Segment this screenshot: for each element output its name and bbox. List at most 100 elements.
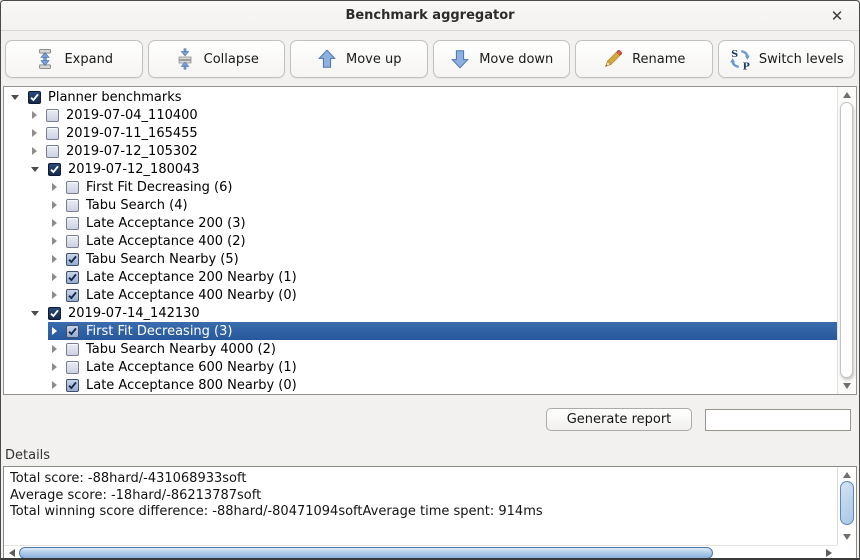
- tree-scrollbar-thumb[interactable]: [840, 102, 853, 378]
- tree-item-late-acceptance-400-nearby-0[interactable]: Late Acceptance 400 Nearby (0): [48, 286, 837, 304]
- tree-row: Late Acceptance 800 Nearby (0): [4, 376, 837, 394]
- details-scroll-down-button[interactable]: [838, 530, 856, 544]
- tree-item-label: 2019-07-11_165455: [66, 126, 198, 141]
- tree-checkbox-unchecked[interactable]: [66, 181, 79, 194]
- tree-checkbox-checked[interactable]: [66, 325, 79, 338]
- expand-arrow-icon[interactable]: [52, 201, 57, 209]
- tree-indent: [4, 142, 28, 160]
- tree-checkbox-unchecked[interactable]: [66, 361, 79, 374]
- tree-item-late-acceptance-400-2[interactable]: Late Acceptance 400 (2): [48, 232, 837, 250]
- tree-indent: [4, 196, 48, 214]
- tree-checkbox-unchecked[interactable]: [46, 109, 59, 122]
- benchmark-tree: Planner benchmarks2019-07-04_110400 2019-…: [4, 88, 837, 394]
- tree-checkbox-unchecked[interactable]: [46, 127, 59, 140]
- tree-vertical-scrollbar[interactable]: [837, 87, 856, 394]
- tree-item-late-acceptance-200-3[interactable]: Late Acceptance 200 (3): [48, 214, 837, 232]
- expand-arrow-icon[interactable]: [52, 363, 57, 371]
- tree-checkbox-checked[interactable]: [66, 379, 79, 392]
- details-scroll-left-button[interactable]: [5, 546, 19, 560]
- expand-arrow-icon[interactable]: [52, 345, 57, 353]
- titlebar[interactable]: Benchmark aggregator ✕: [1, 1, 859, 31]
- tree-indent: [4, 214, 48, 232]
- tree-checkbox-unchecked[interactable]: [66, 235, 79, 248]
- details-vertical-scrollbar[interactable]: [837, 467, 856, 545]
- tree-item-label: 2019-07-14_142130: [68, 306, 200, 321]
- svg-text:P: P: [742, 61, 749, 70]
- collapse-arrow-icon[interactable]: [31, 311, 39, 316]
- details-scroll-up-button[interactable]: [838, 468, 856, 482]
- tree-item-2019-07-12-105302[interactable]: 2019-07-12_105302: [28, 142, 837, 160]
- expand-arrow-icon[interactable]: [52, 237, 57, 245]
- tree-item-tabu-search-nearby-4000-2[interactable]: Tabu Search Nearby 4000 (2): [48, 340, 837, 358]
- close-icon[interactable]: ✕: [827, 6, 847, 26]
- benchmark-aggregator-window: Benchmark aggregator ✕ Expand Collapse M…: [0, 0, 860, 560]
- expand-arrow-icon[interactable]: [32, 111, 37, 119]
- expand-arrow-icon[interactable]: [32, 129, 37, 137]
- tree-scroll-up-button[interactable]: [838, 88, 856, 102]
- tree-item-2019-07-12-180043[interactable]: 2019-07-12_180043: [28, 160, 837, 178]
- tree-checkbox-unchecked[interactable]: [66, 343, 79, 356]
- tree-item-late-acceptance-600-nearby-1[interactable]: Late Acceptance 600 Nearby (1): [48, 358, 837, 376]
- toolbar-button-switch-levels[interactable]: S P Switch levels: [718, 40, 856, 78]
- tree-item-label: Late Acceptance 400 Nearby (0): [86, 288, 297, 303]
- scroll-right-icon: [826, 549, 832, 557]
- expand-arrow-icon[interactable]: [52, 255, 57, 263]
- details-horizontal-scrollbar[interactable]: [4, 545, 837, 560]
- expand-arrow-icon[interactable]: [52, 381, 57, 389]
- toolbar-button-expand[interactable]: Expand: [5, 40, 143, 78]
- details-vscrollbar-thumb[interactable]: [840, 481, 854, 525]
- tree-checkbox-checked[interactable]: [66, 271, 79, 284]
- toolbar-button-move-up[interactable]: Move up: [290, 40, 428, 78]
- scroll-down-icon: [843, 383, 851, 389]
- report-action-row: Generate report: [1, 408, 859, 431]
- tree-checkbox-unchecked[interactable]: [66, 217, 79, 230]
- expand-arrow-icon[interactable]: [52, 219, 57, 227]
- report-name-input[interactable]: [705, 409, 851, 431]
- tree-item-tabu-search-4[interactable]: Tabu Search (4): [48, 196, 837, 214]
- tree-checkbox-checked[interactable]: [66, 253, 79, 266]
- tree-indent: [4, 340, 48, 358]
- scroll-down-icon: [843, 534, 851, 540]
- tree-item-label: Late Acceptance 400 (2): [86, 234, 246, 249]
- toolbar-button-collapse[interactable]: Collapse: [148, 40, 286, 78]
- toolbar-button-rename[interactable]: Rename: [575, 40, 713, 78]
- tree-checkbox-unchecked[interactable]: [66, 199, 79, 212]
- tree-indent: [4, 376, 48, 394]
- tree-item-late-acceptance-200-nearby-1[interactable]: Late Acceptance 200 Nearby (1): [48, 268, 837, 286]
- tree-indent: [4, 124, 28, 142]
- tree-scroll-down-button[interactable]: [838, 379, 856, 393]
- tree-checkbox-checked-dark[interactable]: [28, 91, 41, 104]
- expand-arrow-icon[interactable]: [52, 183, 57, 191]
- tree-item-first-fit-decreasing-3[interactable]: First Fit Decreasing (3): [48, 322, 837, 340]
- toolbar-button-move-down[interactable]: Move down: [433, 40, 571, 78]
- tree-checkbox-checked[interactable]: [66, 289, 79, 302]
- generate-report-button[interactable]: Generate report: [546, 408, 692, 431]
- tree-checkbox-checked-dark[interactable]: [48, 163, 61, 176]
- tree-item-planner-benchmarks[interactable]: Planner benchmarks: [8, 88, 837, 106]
- toolbar-button-label: Switch levels: [759, 52, 844, 67]
- tree-item-label: Planner benchmarks: [48, 90, 182, 105]
- details-scroll-right-button[interactable]: [822, 546, 836, 560]
- tree-item-label: Late Acceptance 200 (3): [86, 216, 246, 231]
- tree-checkbox-unchecked[interactable]: [46, 145, 59, 158]
- tree-item-2019-07-04-110400[interactable]: 2019-07-04_110400: [28, 106, 837, 124]
- expand-arrow-icon[interactable]: [52, 327, 57, 335]
- tree-item-late-acceptance-800-nearby-0[interactable]: Late Acceptance 800 Nearby (0): [48, 376, 837, 394]
- tree-item-tabu-search-nearby-5[interactable]: Tabu Search Nearby (5): [48, 250, 837, 268]
- expand-arrow-icon[interactable]: [32, 147, 37, 155]
- tree-checkbox-checked-dark[interactable]: [48, 307, 61, 320]
- tree-item-2019-07-11-165455[interactable]: 2019-07-11_165455: [28, 124, 837, 142]
- tree-indent: [4, 268, 48, 286]
- collapse-arrow-icon[interactable]: [11, 95, 19, 100]
- move-down-icon: [449, 48, 471, 70]
- tree-item-first-fit-decreasing-6[interactable]: First Fit Decreasing (6): [48, 178, 837, 196]
- expand-arrow-icon[interactable]: [52, 273, 57, 281]
- expand-arrow-icon[interactable]: [52, 291, 57, 299]
- tree-item-2019-07-14-142130[interactable]: 2019-07-14_142130: [28, 304, 837, 322]
- tree-indent: [4, 160, 28, 178]
- tree-row: 2019-07-11_165455: [4, 124, 837, 142]
- tree-item-label: Late Acceptance 600 Nearby (1): [86, 360, 297, 375]
- tree-row: Planner benchmarks: [4, 88, 837, 106]
- details-hscrollbar-thumb[interactable]: [19, 547, 713, 559]
- collapse-arrow-icon[interactable]: [31, 167, 39, 172]
